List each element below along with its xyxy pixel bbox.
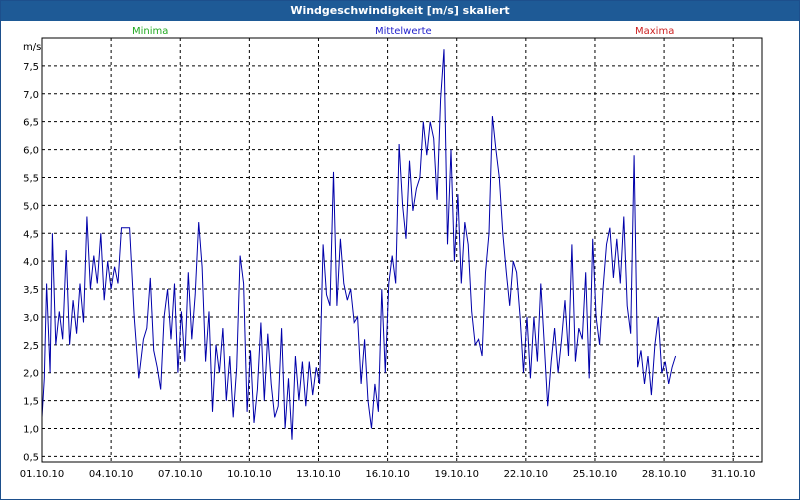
y-tick-label: 5,5 xyxy=(23,173,39,184)
y-tick-label: 2,0 xyxy=(23,369,39,380)
y-tick-label: 7,5 xyxy=(23,62,39,73)
y-tick-label: 1,0 xyxy=(23,425,39,436)
y-tick-label: 0,5 xyxy=(23,452,39,463)
x-tick-label: 28.10.10 xyxy=(642,469,687,479)
y-tick-label: 7,0 xyxy=(23,90,39,101)
line-chart: m/s 0,5 1,0 1,5 2,0 2,5 3,0 3,5 4,0 4,5 5,0 5,5 6,0… xyxy=(20,37,763,479)
x-tick-label: 01.10.10 xyxy=(20,469,65,479)
y-axis-unit: m/s xyxy=(23,42,41,53)
x-tick-label: 19.10.10 xyxy=(434,469,479,479)
y-tick-label: 3,0 xyxy=(23,313,39,324)
x-tick-label: 10.10.10 xyxy=(227,469,272,479)
y-tick-label: 2,5 xyxy=(23,341,39,352)
x-tick-label: 31.10.10 xyxy=(711,469,756,479)
plot-frame xyxy=(41,37,763,463)
x-tick-label: 25.10.10 xyxy=(573,469,618,479)
y-tick-label: 6,0 xyxy=(23,146,39,157)
y-tick-label: 6,5 xyxy=(23,118,39,129)
y-tick-label: 1,5 xyxy=(23,397,39,408)
y-tick-label: 4,5 xyxy=(23,229,39,240)
y-tick-label: 4,0 xyxy=(23,257,39,268)
x-tick-label: 04.10.10 xyxy=(89,469,134,479)
x-tick-label: 16.10.10 xyxy=(365,469,410,479)
y-tick-label: 3,5 xyxy=(23,285,39,296)
y-tick-label: 5,0 xyxy=(23,201,39,212)
chart-window: Windgeschwindigkeit [m/s] skaliert Minim… xyxy=(0,0,800,500)
x-tick-label: 07.10.10 xyxy=(158,469,203,479)
x-tick-label: 22.10.10 xyxy=(504,469,549,479)
series-line-mittelwerte xyxy=(41,49,677,440)
x-tick-label: 13.10.10 xyxy=(296,469,341,479)
